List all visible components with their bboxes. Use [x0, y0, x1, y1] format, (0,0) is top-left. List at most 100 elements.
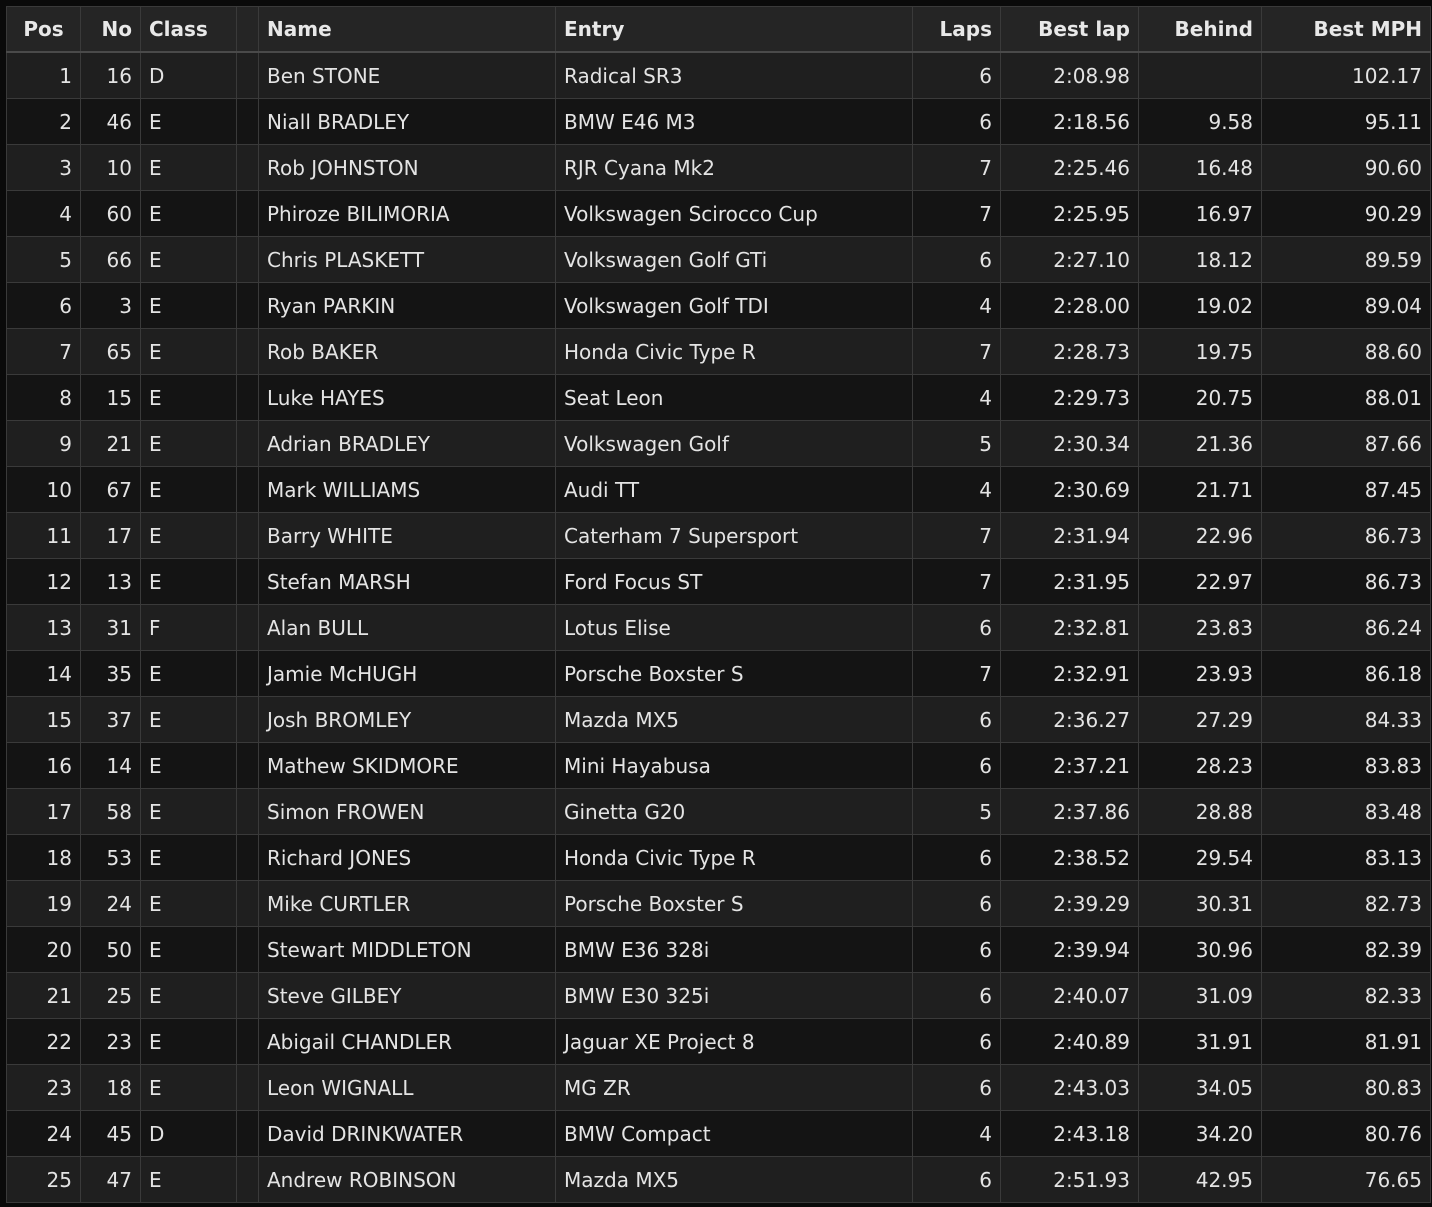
cell-class: E — [140, 420, 237, 467]
cell-no: 14 — [80, 742, 141, 789]
cell-no: 45 — [80, 1110, 141, 1157]
cell-driver-name: Rob JOHNSTON — [258, 144, 556, 191]
cell-class: F — [140, 604, 237, 651]
table-row[interactable]: 9 21 E Adrian BRADLEY Volkswagen Golf 5 2:30.3… — [6, 420, 1431, 467]
table-row[interactable]: 4 60 E Phiroze BILIMORIA Volkswagen Scirocco… — [6, 190, 1431, 237]
cell-class: E — [140, 650, 237, 697]
table-row[interactable]: 22 23 E Abigail CHANDLER Jaguar XE Project 8… — [6, 1018, 1431, 1065]
table-row[interactable]: 1 16 D Ben STONE Radical SR3 6 2:08.98 102.17 — [6, 51, 1431, 99]
cell-best-mph: 88.60 — [1261, 328, 1431, 375]
results-table: Pos No Class Name Entry Laps Best lap Be… — [6, 6, 1431, 1203]
cell-behind: 22.97 — [1138, 558, 1262, 605]
cell-no: 23 — [80, 1018, 141, 1065]
cell-pos: 21 — [6, 972, 81, 1019]
cell-best-mph: 82.39 — [1261, 926, 1431, 973]
table-row[interactable]: 18 53 E Richard JONES Honda Civic Type R 6 2:3… — [6, 834, 1431, 881]
cell-class: E — [140, 742, 237, 789]
cell-laps: 6 — [912, 742, 1001, 789]
table-row[interactable]: 11 17 E Barry WHITE Caterham 7 Supersport 7 2:… — [6, 512, 1431, 559]
cell-best-lap: 2:39.29 — [1000, 880, 1139, 927]
table-row[interactable]: 13 31 F Alan BULL Lotus Elise 6 2:32.81 23.83 86… — [6, 604, 1431, 651]
cell-behind: 31.09 — [1138, 972, 1262, 1019]
cell-laps: 7 — [912, 558, 1001, 605]
cell-entry: Caterham 7 Supersport — [555, 512, 913, 559]
table-row[interactable]: 6 3 E Ryan PARKIN Volkswagen Golf TDI 4 2:28.0… — [6, 282, 1431, 329]
cell-behind: 34.05 — [1138, 1064, 1262, 1111]
cell-pos: 12 — [6, 558, 81, 605]
cell-driver-name: David DRINKWATER — [258, 1110, 556, 1157]
col-header-behind[interactable]: Behind — [1138, 6, 1262, 53]
cell-no: 65 — [80, 328, 141, 375]
cell-laps: 6 — [912, 1156, 1001, 1203]
cell-class: E — [140, 558, 237, 605]
cell-spacer — [236, 788, 259, 835]
col-header-laps[interactable]: Laps — [912, 6, 1001, 53]
table-row[interactable]: 21 25 E Steve GILBEY BMW E30 325i 6 2:40.07 31.… — [6, 972, 1431, 1019]
table-row[interactable]: 20 50 E Stewart MIDDLETON BMW E36 328i 6 2:39.… — [6, 926, 1431, 973]
cell-behind: 34.20 — [1138, 1110, 1262, 1157]
cell-spacer — [236, 696, 259, 743]
cell-best-lap: 2:18.56 — [1000, 98, 1139, 145]
table-row[interactable]: 14 35 E Jamie McHUGH Porsche Boxster S 7 2:32.… — [6, 650, 1431, 697]
cell-best-lap: 2:43.18 — [1000, 1110, 1139, 1157]
col-header-entry[interactable]: Entry — [555, 6, 913, 53]
table-row[interactable]: 5 66 E Chris PLASKETT Volkswagen Golf GTi 6 2:… — [6, 236, 1431, 283]
table-row[interactable]: 17 58 E Simon FROWEN Ginetta G20 5 2:37.86 28.8… — [6, 788, 1431, 835]
table-row[interactable]: 7 65 E Rob BAKER Honda Civic Type R 7 2:28.73 1… — [6, 328, 1431, 375]
cell-best-lap: 2:43.03 — [1000, 1064, 1139, 1111]
cell-best-mph: 86.73 — [1261, 558, 1431, 605]
cell-pos: 10 — [6, 466, 81, 513]
cell-best-mph: 81.91 — [1261, 1018, 1431, 1065]
col-header-best-lap[interactable]: Best lap — [1000, 6, 1139, 53]
cell-pos: 7 — [6, 328, 81, 375]
cell-behind: 23.93 — [1138, 650, 1262, 697]
cell-entry: Jaguar XE Project 8 — [555, 1018, 913, 1065]
cell-driver-name: Stewart MIDDLETON — [258, 926, 556, 973]
cell-class: E — [140, 190, 237, 237]
table-row[interactable]: 19 24 E Mike CURTLER Porsche Boxster S 6 2:39.… — [6, 880, 1431, 927]
cell-entry: Ginetta G20 — [555, 788, 913, 835]
col-header-best-mph[interactable]: Best MPH — [1261, 6, 1431, 53]
col-header-class[interactable]: Class — [140, 6, 237, 53]
cell-spacer — [236, 512, 259, 559]
cell-laps: 6 — [912, 972, 1001, 1019]
cell-driver-name: Andrew ROBINSON — [258, 1156, 556, 1203]
col-header-pos[interactable]: Pos — [6, 6, 81, 53]
table-row[interactable]: 25 47 E Andrew ROBINSON Mazda MX5 6 2:51.93 42.… — [6, 1156, 1431, 1203]
cell-spacer — [236, 374, 259, 421]
cell-best-mph: 90.60 — [1261, 144, 1431, 191]
cell-laps: 6 — [912, 51, 1001, 99]
cell-entry: BMW E36 328i — [555, 926, 913, 973]
cell-class: E — [140, 926, 237, 973]
table-row[interactable]: 15 37 E Josh BROMLEY Mazda MX5 6 2:36.27 27.29 8… — [6, 696, 1431, 743]
cell-behind: 28.88 — [1138, 788, 1262, 835]
cell-entry: Volkswagen Golf TDI — [555, 282, 913, 329]
cell-class: E — [140, 696, 237, 743]
table-row[interactable]: 24 45 D David DRINKWATER BMW Compact 4 2:43.18… — [6, 1110, 1431, 1157]
table-row[interactable]: 3 10 E Rob JOHNSTON RJR Cyana Mk2 7 2:25.46 16.… — [6, 144, 1431, 191]
cell-spacer — [236, 328, 259, 375]
cell-class: E — [140, 788, 237, 835]
cell-pos: 4 — [6, 190, 81, 237]
table-row[interactable]: 8 15 E Luke HAYES Seat Leon 4 2:29.73 20.75 88.0… — [6, 374, 1431, 421]
cell-no: 21 — [80, 420, 141, 467]
table-row[interactable]: 23 18 E Leon WIGNALL MG ZR 6 2:43.03 34.05 80.83 — [6, 1064, 1431, 1111]
table-row[interactable]: 10 67 E Mark WILLIAMS Audi TT 4 2:30.69 21.71 87… — [6, 466, 1431, 513]
cell-entry: Honda Civic Type R — [555, 328, 913, 375]
cell-best-lap: 2:31.95 — [1000, 558, 1139, 605]
cell-entry: Mini Hayabusa — [555, 742, 913, 789]
cell-best-lap: 2:25.46 — [1000, 144, 1139, 191]
table-row[interactable]: 16 14 E Mathew SKIDMORE Mini Hayabusa 6 2:37.2… — [6, 742, 1431, 789]
col-header-name[interactable]: Name — [258, 6, 556, 53]
table-row[interactable]: 12 13 E Stefan MARSH Ford Focus ST 7 2:31.95 22… — [6, 558, 1431, 605]
cell-laps: 6 — [912, 834, 1001, 881]
table-header-row: Pos No Class Name Entry Laps Best lap Be… — [6, 6, 1431, 53]
cell-spacer — [236, 1064, 259, 1111]
table-row[interactable]: 2 46 E Niall BRADLEY BMW E46 M3 6 2:18.56 9.58 9… — [6, 98, 1431, 145]
cell-spacer — [236, 420, 259, 467]
cell-entry: Volkswagen Scirocco Cup — [555, 190, 913, 237]
cell-entry: BMW E30 325i — [555, 972, 913, 1019]
cell-behind: 18.12 — [1138, 236, 1262, 283]
cell-pos: 22 — [6, 1018, 81, 1065]
col-header-no[interactable]: No — [80, 6, 141, 53]
